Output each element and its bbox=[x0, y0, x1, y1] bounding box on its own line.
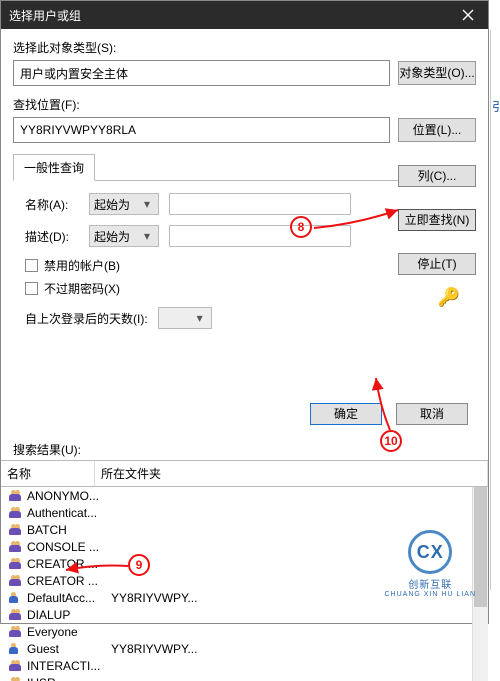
row-name: ANONYMO... bbox=[27, 489, 107, 503]
table-row[interactable]: IUSR bbox=[9, 674, 488, 681]
annotation-8: 8 bbox=[290, 216, 312, 238]
user-icon bbox=[9, 592, 23, 604]
row-name: CONSOLE ... bbox=[27, 540, 107, 554]
table-row[interactable]: ANONYMO... bbox=[9, 487, 488, 504]
location-label: 查找位置(F): bbox=[13, 96, 476, 113]
name-match-dropdown[interactable]: 起始为 ▾ bbox=[89, 193, 159, 215]
window-title: 选择用户或组 bbox=[9, 7, 448, 24]
group-icon bbox=[9, 677, 23, 681]
row-name: DIALUP bbox=[27, 608, 107, 622]
group-icon bbox=[9, 660, 23, 672]
watermark: CX 创新互联 CHUANG XIN HU LIAN bbox=[384, 530, 476, 598]
group-icon bbox=[9, 575, 23, 587]
row-name: INTERACTI... bbox=[27, 659, 107, 673]
background-window-edge: 引 bbox=[490, 30, 500, 590]
table-row[interactable]: Guest YY8RIYVWPY... bbox=[9, 640, 488, 657]
row-name: Guest bbox=[27, 642, 107, 656]
object-type-label: 选择此对象类型(S): bbox=[13, 39, 476, 56]
object-types-button[interactable]: 对象类型(O)... bbox=[398, 61, 476, 85]
user-icon bbox=[9, 643, 23, 655]
tab-general-query[interactable]: 一般性查询 bbox=[13, 154, 95, 181]
group-icon bbox=[9, 609, 23, 621]
close-icon bbox=[462, 9, 474, 21]
location-field[interactable]: YY8RIYVWPYY8RLA bbox=[13, 117, 390, 143]
find-now-button[interactable]: 立即查找(N) bbox=[398, 209, 476, 231]
group-icon bbox=[9, 626, 23, 638]
chevron-down-icon: ▾ bbox=[140, 197, 154, 211]
table-row[interactable]: Authenticat... bbox=[9, 504, 488, 521]
name-label: 名称(A): bbox=[25, 196, 79, 213]
table-row[interactable]: Everyone bbox=[9, 623, 488, 640]
days-since-logon-label: 自上次登录后的天数(I): bbox=[25, 310, 148, 327]
group-icon bbox=[9, 558, 23, 570]
watermark-text-cn: 创新互联 bbox=[384, 576, 476, 591]
table-row[interactable]: INTERACTI... bbox=[9, 657, 488, 674]
annotation-9: 9 bbox=[128, 554, 150, 576]
chevron-down-icon: ▾ bbox=[193, 311, 207, 325]
disabled-accounts-checkbox[interactable] bbox=[25, 259, 38, 272]
row-name: BATCH bbox=[27, 523, 107, 537]
key-icon: 🔑 bbox=[438, 287, 460, 308]
table-row[interactable]: DIALUP bbox=[9, 606, 488, 623]
locations-button[interactable]: 位置(L)... bbox=[398, 118, 476, 142]
no-expire-label: 不过期密码(X) bbox=[44, 280, 120, 297]
group-icon bbox=[9, 507, 23, 519]
close-button[interactable] bbox=[448, 1, 488, 29]
row-name: CREATOR ... bbox=[27, 574, 107, 588]
name-input[interactable] bbox=[169, 193, 351, 215]
group-icon bbox=[9, 490, 23, 502]
description-label: 描述(D): bbox=[25, 228, 79, 245]
group-icon bbox=[9, 524, 23, 536]
group-icon bbox=[9, 541, 23, 553]
column-folder[interactable]: 所在文件夹 bbox=[95, 461, 488, 486]
row-folder: YY8RIYVWPY... bbox=[111, 591, 197, 605]
description-match-dropdown[interactable]: 起始为 ▾ bbox=[89, 225, 159, 247]
ok-button[interactable]: 确定 bbox=[310, 403, 382, 425]
titlebar: 选择用户或组 bbox=[1, 1, 488, 29]
description-input[interactable] bbox=[169, 225, 351, 247]
row-name: Authenticat... bbox=[27, 506, 107, 520]
chevron-down-icon: ▾ bbox=[140, 229, 154, 243]
object-type-field[interactable]: 用户或内置安全主体 bbox=[13, 60, 390, 86]
row-name: DefaultAcc... bbox=[27, 591, 107, 605]
row-name: Everyone bbox=[27, 625, 107, 639]
disabled-accounts-label: 禁用的帐户(B) bbox=[44, 257, 120, 274]
row-folder: YY8RIYVWPY... bbox=[111, 642, 197, 656]
no-expire-checkbox[interactable] bbox=[25, 282, 38, 295]
row-name: CREATOR ... bbox=[27, 557, 107, 571]
columns-button[interactable]: 列(C)... bbox=[398, 165, 476, 187]
stop-button[interactable]: 停止(T) bbox=[398, 253, 476, 275]
annotation-10: 10 bbox=[380, 430, 402, 452]
watermark-logo: CX bbox=[408, 530, 452, 574]
search-results-label: 搜索结果(U): bbox=[1, 435, 488, 460]
column-name[interactable]: 名称 bbox=[1, 461, 95, 486]
watermark-text-en: CHUANG XIN HU LIAN bbox=[384, 591, 476, 598]
results-header: 名称 所在文件夹 bbox=[1, 460, 488, 487]
days-dropdown[interactable]: ▾ bbox=[158, 307, 212, 329]
cancel-button[interactable]: 取消 bbox=[396, 403, 468, 425]
row-name: IUSR bbox=[27, 676, 107, 681]
